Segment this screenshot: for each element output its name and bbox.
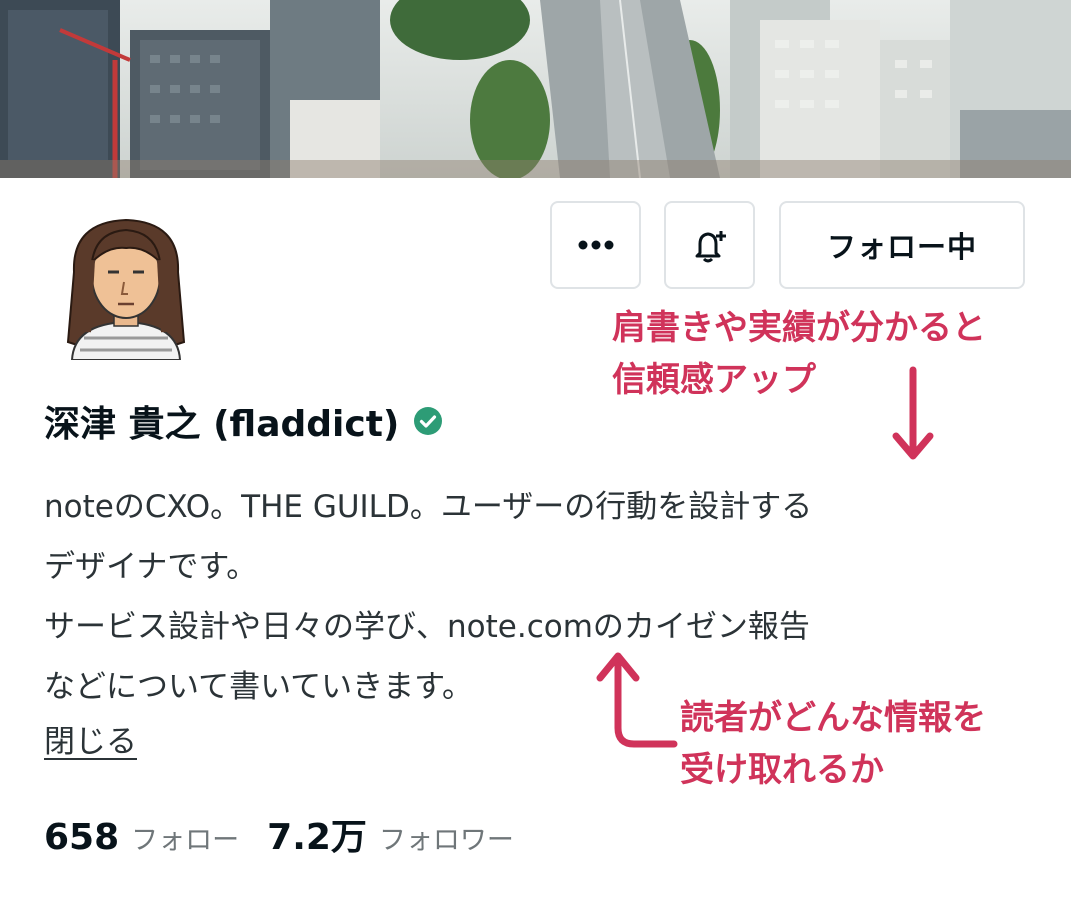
annotation-line: 肩書きや実績が分かると bbox=[612, 308, 986, 348]
profile-bio: noteのCXO。THE GUILD。ユーザーの行動を設計する デザイナです。 … bbox=[44, 477, 1034, 717]
notify-button[interactable] bbox=[664, 201, 755, 289]
profile-name-row: 深津 貴之 (fladdict) bbox=[44, 393, 443, 449]
cover-image bbox=[0, 0, 1071, 178]
close-bio-link[interactable]: 閉じる bbox=[44, 716, 137, 761]
bio-line: デザイナです。 bbox=[44, 549, 258, 585]
arrow-up-curved-icon bbox=[596, 652, 678, 748]
bell-plus-icon bbox=[695, 231, 726, 263]
bio-line: サービス設計や日々の学び、note.comのカイゼン報告 bbox=[44, 609, 810, 645]
profile-stats: 658 フォロー 7.2万 フォロワー bbox=[44, 808, 542, 864]
ellipsis-icon bbox=[578, 240, 613, 250]
annotation-reader-info: 読者がどんな情報を 受け取れるか bbox=[680, 692, 986, 796]
annotation-line: 読者がどんな情報を bbox=[680, 698, 986, 738]
following-button[interactable]: フォロー中 bbox=[779, 201, 1025, 289]
avatar-illustration bbox=[66, 218, 186, 361]
following-label[interactable]: フォロー bbox=[131, 818, 239, 857]
annotation-line: 受け取れるか bbox=[680, 750, 884, 790]
bio-line: noteのCXO。THE GUILD。ユーザーの行動を設計する bbox=[44, 489, 813, 525]
profile-name: 深津 貴之 (fladdict) bbox=[44, 404, 400, 445]
followers-label[interactable]: フォロワー bbox=[379, 818, 514, 857]
followers-count[interactable]: 7.2万 bbox=[267, 808, 367, 860]
following-count[interactable]: 658 bbox=[44, 817, 119, 858]
following-button-label: フォロー中 bbox=[826, 230, 977, 264]
arrow-down-icon bbox=[892, 366, 934, 460]
avatar[interactable] bbox=[64, 212, 188, 361]
verified-check-icon bbox=[414, 407, 443, 435]
more-button[interactable] bbox=[550, 201, 641, 289]
